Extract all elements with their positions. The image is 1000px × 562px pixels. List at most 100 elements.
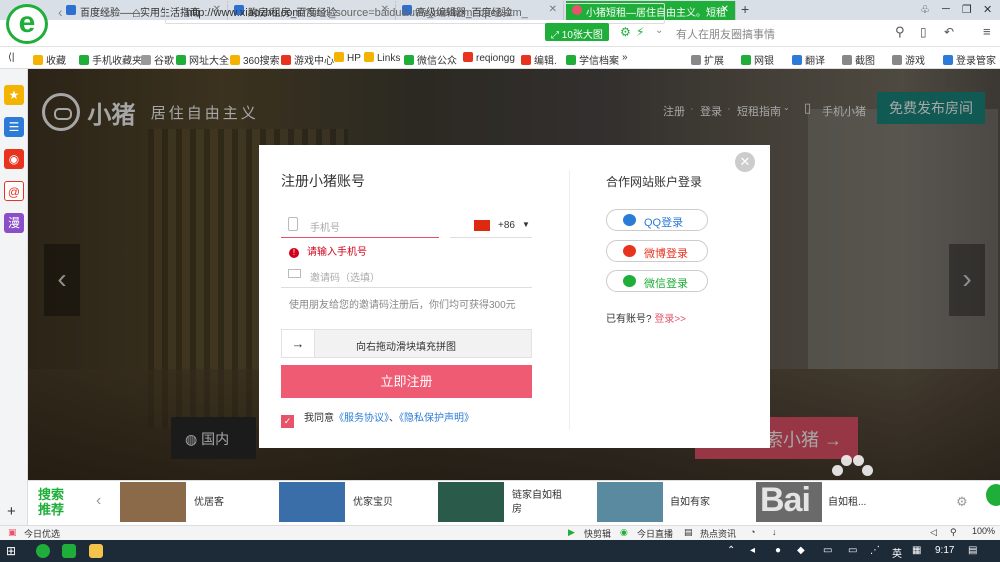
back-icon[interactable]: ‹ xyxy=(58,4,63,20)
new-tab-button[interactable]: + xyxy=(741,1,749,17)
tray-sound-icon[interactable]: ◂ xyxy=(750,545,755,556)
slider-handle-arrow-icon[interactable]: → xyxy=(282,330,315,357)
fav-item[interactable]: Links xyxy=(364,52,400,64)
forward-icon[interactable]: › xyxy=(82,4,87,20)
fav-item[interactable]: 收藏 xyxy=(33,52,66,67)
agree-checkbox[interactable]: ✓ xyxy=(281,415,294,428)
fav-item[interactable]: 编辑. xyxy=(521,52,557,67)
service-agreement-link[interactable]: 《服务协议》 xyxy=(334,413,389,424)
fav-item[interactable]: reqiongg xyxy=(463,52,515,64)
phone-error: ! 请输入手机号 xyxy=(289,243,367,258)
reload-icon[interactable]: ↻ xyxy=(103,4,115,21)
rec-thumbnail[interactable] xyxy=(279,482,345,522)
favbar-collapse-icon[interactable]: ⟨| xyxy=(8,52,15,63)
fav-item[interactable]: 手机收藏夹 xyxy=(79,52,142,67)
floating-assistant-icon[interactable] xyxy=(986,484,1000,506)
ext-item[interactable]: 翻译 xyxy=(792,52,825,67)
rec-thumbnail[interactable] xyxy=(597,482,663,522)
close-icon[interactable]: ✕ xyxy=(721,4,729,15)
weibo-login-button[interactable]: 微博登录 xyxy=(606,240,708,262)
rec-label[interactable]: 链家自如租房 xyxy=(512,489,566,517)
browser-logo[interactable]: e xyxy=(6,4,48,44)
search-input[interactable]: 有人在朋友圈搞事情 xyxy=(670,23,910,43)
fav-item[interactable]: 游戏中心 xyxy=(281,52,334,67)
volume-icon[interactable]: ◁ xyxy=(930,527,937,538)
keyboard-icon[interactable]: ▦ xyxy=(912,545,921,556)
weibo-icon[interactable]: ◉ xyxy=(4,149,24,169)
browser-taskbar-icon[interactable] xyxy=(36,544,50,558)
fav-item[interactable]: 谷歌 xyxy=(141,52,174,67)
big-image-button[interactable]: ⤢ 10张大图 xyxy=(545,23,609,41)
notification-icon[interactable]: ▤ xyxy=(968,545,977,556)
star-icon[interactable]: ★ xyxy=(4,85,24,105)
clock[interactable]: 9:17 xyxy=(935,545,954,556)
phone-field[interactable]: 手机号 xyxy=(281,212,439,238)
country-code: +86 xyxy=(498,220,515,231)
speed-icon[interactable]: ◔ xyxy=(750,527,755,537)
windows-start-icon[interactable]: ⊞ xyxy=(6,544,20,558)
address-bar[interactable]: http://www.xiaozhu.com/?utm_source=baidu… xyxy=(165,3,665,24)
restore-icon[interactable]: ❐ xyxy=(962,3,972,16)
list-icon[interactable]: ☰ xyxy=(4,117,24,137)
window-close-icon[interactable]: ✕ xyxy=(983,3,992,16)
rec-thumbnail[interactable] xyxy=(438,482,504,522)
game-icon xyxy=(281,55,291,65)
search-icon[interactable]: ⚲ xyxy=(895,24,905,40)
fav-item[interactable]: 网址大全 xyxy=(176,52,229,67)
fav-item[interactable]: 学信档案 xyxy=(566,52,619,67)
china-flag-icon xyxy=(474,220,490,231)
lightning-icon[interactable]: ⚡ xyxy=(636,25,644,39)
tray-app-icon[interactable]: ● xyxy=(775,545,781,556)
status-item[interactable]: 今日直播 xyxy=(637,527,673,540)
skin-icon[interactable]: ♧ xyxy=(920,3,930,16)
qq-login-label: QQ登录 xyxy=(644,217,684,229)
zoom-level[interactable]: 100% xyxy=(972,526,995,536)
fav-item[interactable]: 360搜索 xyxy=(230,52,280,67)
close-icon[interactable]: ✕ xyxy=(735,152,755,172)
wechat-login-button[interactable]: 微信登录 xyxy=(606,270,708,292)
menu-icon[interactable]: ≡ xyxy=(983,24,991,39)
ext-item[interactable]: 登录管家 xyxy=(943,52,996,67)
status-item[interactable]: 快剪辑 xyxy=(584,527,611,540)
undo-icon[interactable]: ↶ xyxy=(944,25,954,39)
ext-item[interactable]: 游戏 xyxy=(892,52,925,67)
fav-item[interactable]: 微信公众 xyxy=(404,52,457,67)
status-item[interactable]: 热点资讯 xyxy=(700,527,736,540)
mail-icon[interactable]: @ xyxy=(4,181,24,201)
ime-indicator[interactable]: 英 xyxy=(892,545,902,560)
phone-icon[interactable]: ▯ xyxy=(920,25,927,39)
folder-taskbar-icon[interactable] xyxy=(89,544,103,558)
wifi-icon[interactable]: ⋰ xyxy=(870,545,880,556)
minimize-icon[interactable]: ─ xyxy=(942,3,950,15)
fav-item[interactable]: HP xyxy=(334,52,361,64)
rec-label[interactable]: 优居客 xyxy=(194,496,254,510)
privacy-link[interactable]: 《隐私保护声明》 xyxy=(399,413,474,424)
country-code-select[interactable]: +86 ▼ xyxy=(450,212,532,238)
security-icon[interactable]: ⚙ xyxy=(620,25,631,39)
home-icon[interactable]: ⌂ xyxy=(132,4,140,20)
status-today-pick[interactable]: 今日优选 xyxy=(24,527,60,540)
tray-app-icon[interactable]: ◆ xyxy=(797,545,805,556)
download-icon[interactable]: ↓ xyxy=(772,527,777,537)
ext-item[interactable]: 网银 xyxy=(741,52,774,67)
add-icon[interactable]: + xyxy=(7,503,16,520)
tray-network-icon[interactable]: ▭ xyxy=(823,545,832,556)
tray-up-icon[interactable]: ⌃ xyxy=(727,545,735,556)
wechat-taskbar-icon[interactable] xyxy=(62,544,76,558)
battery-icon[interactable]: ▭ xyxy=(848,545,857,556)
ext-item[interactable]: 截图 xyxy=(842,52,875,67)
rec-thumbnail[interactable] xyxy=(120,482,186,522)
more-favorites-icon[interactable]: » xyxy=(622,52,628,63)
comic-icon[interactable]: 漫 xyxy=(4,213,24,233)
invite-code-field[interactable]: 邀请码（选填） xyxy=(281,262,532,288)
rec-label[interactable]: 优家宝贝 xyxy=(353,496,423,510)
ext-item[interactable]: 扩展 xyxy=(691,52,724,67)
rec-prev-icon[interactable]: ‹ xyxy=(96,492,101,510)
register-button[interactable]: 立即注册 xyxy=(281,365,532,398)
chevron-down-icon[interactable]: ⌄ xyxy=(655,25,663,36)
captcha-slider[interactable]: → 向右拖动滑块填充拼图 xyxy=(281,329,532,358)
login-link[interactable]: 登录>> xyxy=(654,314,686,325)
rec-label[interactable]: 自如有家 xyxy=(670,496,740,510)
zoom-icon[interactable]: ⚲ xyxy=(950,527,957,538)
qq-login-button[interactable]: QQ登录 xyxy=(606,209,708,231)
